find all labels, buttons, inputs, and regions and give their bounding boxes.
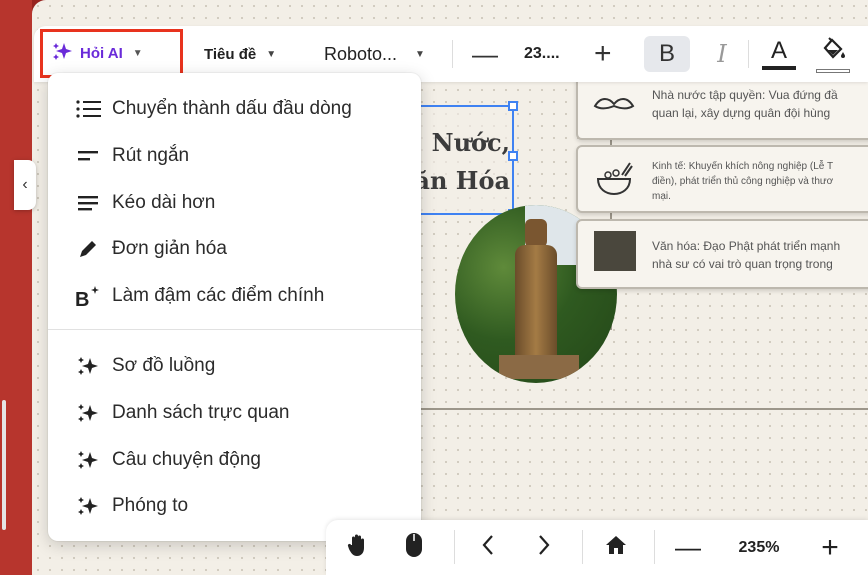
ask-ai-menu: Chuyển thành dấu đầu dòng Rút ngắn Kéo d… — [48, 73, 421, 541]
sparkle-icon — [74, 402, 102, 424]
zoom-value: 235% — [738, 538, 780, 556]
pencil-icon — [74, 238, 102, 260]
decrease-font-button[interactable]: — — [472, 26, 498, 82]
paint-bucket-icon — [819, 36, 847, 67]
menu-item-label: Phóng to — [112, 495, 189, 516]
zoom-in-button[interactable]: + — [810, 520, 850, 575]
text-color-swatch — [762, 66, 796, 70]
chevron-left-icon: ‹ — [22, 176, 28, 193]
toolbar-divider — [654, 530, 655, 564]
heading-style-label: Tiêu đề — [204, 45, 257, 63]
menu-item-label: Kéo dài hơn — [112, 192, 216, 213]
chevron-left-icon — [481, 534, 495, 562]
ask-ai-label: Hỏi AI — [80, 45, 123, 62]
menu-item-label: Danh sách trực quan — [112, 402, 290, 423]
menu-divider — [48, 329, 421, 330]
menu-item-label: Chuyển thành dấu đầu dòng — [112, 98, 352, 119]
next-button[interactable] — [526, 520, 562, 575]
rice-bowl-icon — [592, 157, 636, 201]
menu-item-lengthen[interactable]: Kéo dài hơn — [48, 180, 421, 226]
menu-item-bullets[interactable]: Chuyển thành dấu đầu dòng — [48, 86, 421, 132]
card-text: Văn hóa: Đạo Phật phát triển mạnh nhà sư… — [652, 239, 841, 271]
shorten-icon — [74, 149, 102, 163]
increase-font-button[interactable]: + — [594, 26, 612, 82]
font-size-value: 23.... — [524, 45, 560, 62]
minus-icon: — — [472, 38, 498, 69]
info-card[interactable]: Kinh tế: Khuyến khích nông nghiệp (Lễ T … — [576, 145, 868, 213]
hand-tool-button[interactable] — [340, 520, 376, 575]
mouse-icon — [405, 532, 423, 564]
menu-item-simplify[interactable]: Đơn giản hóa — [48, 226, 421, 272]
bold-sparkle-icon: B — [74, 284, 102, 308]
home-button[interactable] — [598, 520, 634, 575]
bottom-controls: — 235% + — [326, 520, 868, 575]
plus-icon: + — [594, 37, 612, 70]
toolbar-divider — [454, 530, 455, 564]
text-color-icon: A — [770, 37, 787, 64]
menu-item-shorten[interactable]: Rút ngắn — [48, 133, 421, 179]
text-color-button[interactable]: A — [761, 34, 797, 74]
menu-item-motion-story[interactable]: Câu chuyện động — [48, 437, 421, 483]
chevron-down-icon: ▼ — [266, 48, 277, 60]
sparkle-icon — [52, 41, 74, 67]
lengthen-icon — [74, 194, 102, 212]
italic-icon: I — [717, 40, 727, 68]
left-scrollbar[interactable] — [2, 400, 6, 530]
menu-item-label: Sơ đồ luồng — [112, 355, 216, 376]
divider-line — [412, 408, 868, 410]
font-size-field[interactable]: 23.... — [524, 26, 560, 82]
svg-text:B: B — [75, 289, 89, 308]
card-text: Kinh tế: Khuyến khích nông nghiệp (Lễ T … — [652, 161, 834, 202]
plus-icon: + — [821, 530, 839, 564]
sparkle-icon — [74, 355, 102, 377]
fill-color-swatch — [816, 68, 850, 73]
toolbar-divider — [748, 40, 749, 68]
info-card[interactable]: Văn hóa: Đạo Phật phát triển mạnh nhà sư… — [576, 219, 868, 289]
menu-item-flowchart[interactable]: Sơ đồ luồng — [48, 343, 421, 389]
collapse-panel-button[interactable]: ‹ — [14, 160, 36, 210]
dark-square — [594, 231, 636, 271]
previous-button[interactable] — [470, 520, 506, 575]
menu-item-emphasize[interactable]: B Làm đậm các điểm chính — [48, 273, 421, 319]
card-text: Nhà nước tập quyền: Vua đứng đầ quan lại… — [652, 88, 838, 120]
menu-item-visual-list[interactable]: Danh sách trực quan — [48, 390, 421, 436]
bold-button[interactable]: B — [644, 36, 690, 72]
hand-icon — [347, 533, 369, 563]
minus-icon: — — [675, 532, 701, 562]
bold-icon: B — [658, 40, 675, 67]
ask-ai-button[interactable]: Hỏi AI ▼ — [40, 29, 183, 78]
toolbar-divider — [452, 40, 453, 68]
menu-item-label: Rút ngắn — [112, 145, 190, 166]
zoom-level[interactable]: 235% — [724, 520, 794, 575]
fill-color-button[interactable] — [813, 34, 853, 74]
zoom-out-button[interactable]: — — [670, 520, 706, 575]
chevron-down-icon: ▼ — [415, 48, 425, 60]
menu-item-label: Đơn giản hóa — [112, 238, 227, 259]
mouse-tool-button[interactable] — [396, 520, 432, 575]
menu-item-label: Câu chuyện động — [112, 449, 261, 470]
home-icon — [605, 535, 627, 561]
italic-button[interactable]: I — [702, 36, 742, 72]
sparkle-icon — [74, 495, 102, 517]
mustache-icon — [592, 82, 636, 126]
bullet-list-icon — [74, 99, 102, 119]
toolbar-divider — [582, 530, 583, 564]
sparkle-icon — [74, 449, 102, 471]
menu-item-label: Làm đậm các điểm chính — [112, 285, 325, 306]
font-family-label: Roboto... — [324, 43, 398, 64]
chevron-right-icon — [537, 534, 551, 562]
chevron-down-icon: ▼ — [132, 48, 143, 59]
